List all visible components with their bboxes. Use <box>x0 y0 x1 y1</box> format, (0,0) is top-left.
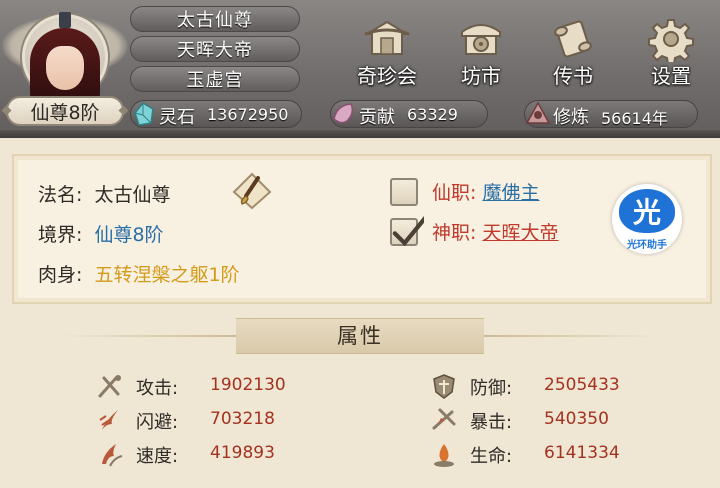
cultivation-label: 修炼 <box>553 107 589 128</box>
stat-attack-value: 1902130 <box>210 375 286 395</box>
stat-life-value: 6141334 <box>544 443 620 463</box>
rank-badge: 仙尊8阶 <box>6 96 124 126</box>
defense-icon <box>433 374 455 399</box>
divine-post-row: 神职: 天晖大帝 <box>432 218 558 245</box>
helper-badge[interactable]: 光 光环助手 <box>612 184 682 254</box>
stat-life: 生命: 6141334 <box>430 440 680 468</box>
critical-icon <box>432 408 456 430</box>
immortal-post-label: 仙职: <box>432 182 477 204</box>
stat-critical: 暴击: 540350 <box>430 406 680 434</box>
contribution-label: 贡献 <box>359 107 395 128</box>
attributes-title: 属性 <box>337 324 383 348</box>
stat-defense-label: 防御: <box>470 378 513 399</box>
stat-attack-label: 攻击: <box>136 378 179 399</box>
stat-speed: 速度: 419893 <box>96 440 346 468</box>
stat-life-label: 生命: <box>470 446 513 467</box>
immortal-post-link[interactable]: 魔佛主 <box>482 182 539 204</box>
title-pill-2: 天晖大帝 <box>130 36 300 62</box>
stat-speed-label: 速度: <box>136 446 179 467</box>
cultivation-icon <box>525 101 551 124</box>
body-value: 五转涅槃之躯1阶 <box>94 264 240 286</box>
stat-critical-value: 540350 <box>544 409 609 429</box>
helper-badge-text: 光环助手 <box>627 240 667 251</box>
avatar-crown <box>59 12 71 28</box>
market-button[interactable]: 坊市 <box>450 14 512 88</box>
contribution-value: 63329 <box>407 105 458 124</box>
divine-post-checkbox[interactable] <box>390 216 424 247</box>
profile-card: 法名: 太古仙尊 境界: 仙尊8阶 肉身: 五转涅槃之躯1阶 仙职: 魔佛主 神… <box>12 154 712 304</box>
life-icon <box>434 444 454 467</box>
contribution-icon <box>333 103 354 124</box>
stat-dodge-value: 703218 <box>210 409 275 429</box>
stat-speed-value: 419893 <box>210 443 275 463</box>
treasure-pavilion-label: 奇珍会 <box>357 64 417 88</box>
spirit-stone-value: 13672950 <box>207 105 289 124</box>
spirit-stone-label: 灵石 <box>159 107 195 128</box>
top-bar: 仙尊8阶 太古仙尊 天晖大帝 玉虚宫 奇珍会 坊市 传书 设置 灵石 13672… <box>0 0 720 138</box>
cultivation-resource: 修炼 56614年 <box>524 100 698 128</box>
scroll-letter-icon <box>554 20 592 58</box>
contribution-resource: 贡献 63329 <box>330 100 488 128</box>
speed-icon <box>102 444 123 467</box>
body-row: 肉身: 五转涅槃之躯1阶 <box>38 260 240 287</box>
realm-row: 境界: 仙尊8阶 <box>38 220 164 247</box>
market-icon <box>461 24 501 55</box>
divine-post-label: 神职: <box>432 222 477 244</box>
title-pill-3: 玉虚宫 <box>130 66 300 92</box>
treasure-pavilion-icon <box>364 20 410 55</box>
letters-button[interactable]: 传书 <box>542 14 604 88</box>
settings-button[interactable]: 设置 <box>640 14 702 88</box>
letters-label: 传书 <box>553 64 593 88</box>
stat-dodge-label: 闪避: <box>136 412 179 433</box>
dodge-icon <box>99 410 118 430</box>
stat-defense-value: 2505433 <box>544 375 620 395</box>
treasure-pavilion-button[interactable]: 奇珍会 <box>356 14 418 88</box>
title-pill-1: 太古仙尊 <box>130 6 300 32</box>
avatar-face <box>46 46 84 90</box>
stat-attack: 攻击: 1902130 <box>96 372 346 400</box>
immortal-post-row: 仙职: 魔佛主 <box>432 178 539 205</box>
attack-icon <box>98 375 121 398</box>
stat-defense: 防御: 2505433 <box>430 372 680 400</box>
market-label: 坊市 <box>461 64 501 88</box>
dharma-name-row: 法名: 太古仙尊 <box>38 180 170 207</box>
realm-value: 仙尊8阶 <box>94 224 164 246</box>
cultivation-value: 56614年 <box>601 109 668 128</box>
immortal-post-checkbox[interactable] <box>390 178 418 206</box>
helper-badge-glyph: 光 <box>619 189 675 233</box>
spirit-stone-resource: 灵石 13672950 <box>130 100 302 128</box>
stat-critical-label: 暴击: <box>470 412 513 433</box>
stat-dodge: 闪避: 703218 <box>96 406 346 434</box>
dharma-name-value: 太古仙尊 <box>94 184 171 206</box>
checkmark-icon <box>392 216 424 247</box>
divine-post-link[interactable]: 天晖大帝 <box>482 222 558 244</box>
spirit-stone-icon <box>134 102 154 126</box>
attributes-header: 属性 <box>0 314 720 356</box>
realm-label: 境界: <box>38 224 83 246</box>
gear-icon <box>648 19 694 62</box>
player-avatar[interactable] <box>2 10 128 104</box>
dharma-name-label: 法名: <box>38 184 83 206</box>
body-label: 肉身: <box>38 264 83 286</box>
rename-brush-icon[interactable] <box>228 170 276 210</box>
settings-label: 设置 <box>651 64 691 88</box>
